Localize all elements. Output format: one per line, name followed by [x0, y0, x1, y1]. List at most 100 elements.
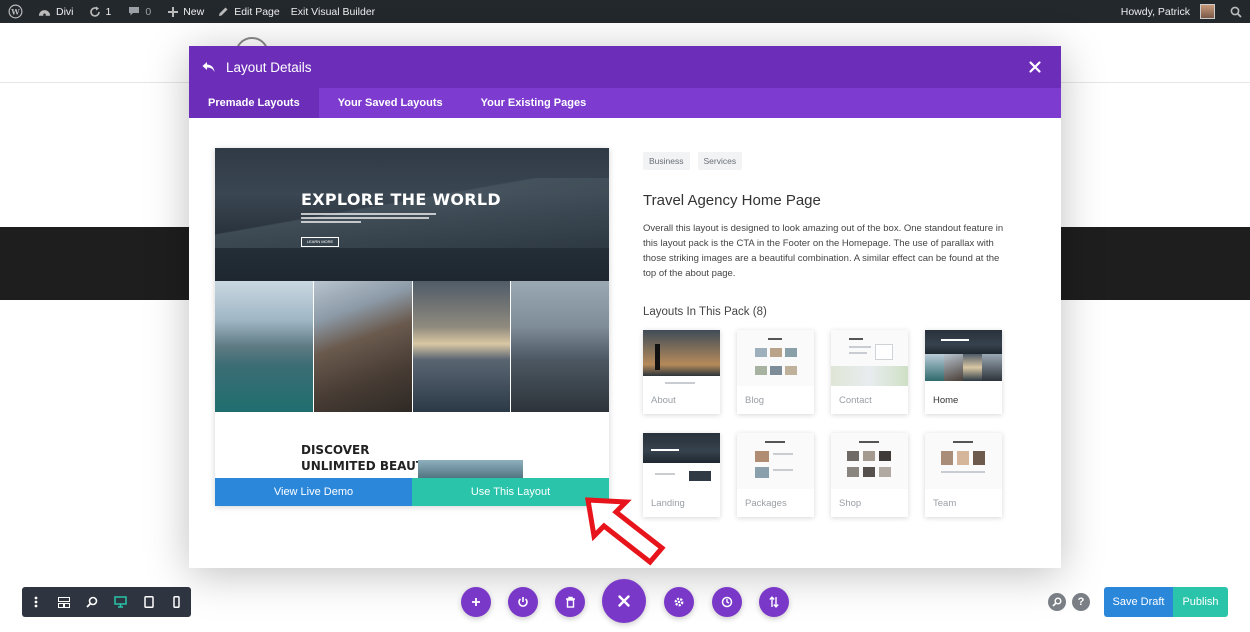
tag-services[interactable]: Services [697, 152, 743, 170]
user-account-link[interactable]: Howdy, Patrick [1121, 0, 1224, 23]
layout-thumb-packages [737, 433, 814, 489]
refresh-icon [89, 6, 100, 17]
updates-link[interactable]: 1 [83, 0, 121, 23]
layout-card-contact[interactable]: Contact [831, 330, 908, 414]
comments-count: 0 [145, 5, 152, 18]
plus-icon [168, 6, 179, 17]
layout-thumb-team [925, 433, 1002, 489]
preview-section-heading: DISCOVER UNLIMITED BEAUTY [301, 442, 433, 474]
new-content-link[interactable]: New [160, 0, 213, 23]
add-section-button[interactable] [461, 587, 491, 617]
close-icon[interactable] [1027, 59, 1043, 75]
exit-visual-builder-label: Exit Visual Builder [290, 5, 376, 18]
edit-page-link[interactable]: Edit Page [213, 0, 289, 23]
preview-hero-image: EXPLORE THE WORLD LEARN MORE [215, 148, 609, 281]
close-icon [618, 595, 630, 607]
site-name: Divi [56, 5, 74, 18]
layout-card-label: Home [933, 395, 959, 406]
wordpress-logo-icon[interactable]: W [0, 0, 32, 23]
layout-card-label: About [651, 395, 676, 406]
modal-title: Layout Details [226, 59, 312, 75]
desktop-view-icon[interactable] [114, 595, 128, 609]
save-draft-button[interactable]: Save Draft [1104, 587, 1173, 617]
preview-photo-sunset [412, 281, 512, 412]
layout-card-home[interactable]: Home [925, 330, 1002, 414]
dashboard-icon [38, 9, 51, 16]
tab-saved-layouts[interactable]: Your Saved Layouts [319, 88, 462, 118]
history-button[interactable] [712, 587, 742, 617]
layout-pack-grid: About Blog Contact Home Landing Packages… [643, 330, 1013, 517]
back-arrow-icon[interactable] [200, 58, 218, 76]
portability-button[interactable] [759, 587, 789, 617]
edit-page-label: Edit Page [234, 5, 280, 18]
layout-card-label: Blog [745, 395, 765, 406]
preview-hero-heading: EXPLORE THE WORLD [301, 190, 501, 209]
greeting: Howdy, Patrick [1120, 5, 1190, 18]
layout-card-label: Team [933, 498, 957, 509]
layout-card-label: Shop [839, 498, 862, 509]
wireframe-icon[interactable] [57, 595, 71, 609]
layout-title: Travel Agency Home Page [643, 192, 821, 209]
preview-heading-line-1: DISCOVER [301, 443, 370, 457]
site-name-link[interactable]: Divi [32, 0, 83, 23]
layout-description: Overall this layout is designed to look … [643, 223, 1004, 279]
layout-card-blog[interactable]: Blog [737, 330, 814, 414]
preview-photo-lake [215, 281, 314, 412]
preview-section-image [418, 460, 523, 480]
preview-hero-text [301, 213, 451, 225]
svg-text:W: W [10, 8, 20, 17]
updates-count: 1 [105, 5, 112, 18]
layout-card-packages[interactable]: Packages [737, 433, 814, 517]
view-live-demo-button[interactable]: View Live Demo [215, 478, 412, 506]
layout-card-about[interactable]: About [643, 330, 720, 414]
load-layout-button[interactable] [508, 587, 538, 617]
modal-header: Layout Details [189, 46, 1061, 88]
admin-search-button[interactable] [1224, 0, 1250, 23]
layout-card-team[interactable]: Team [925, 433, 1002, 517]
gear-icon [674, 597, 684, 607]
menu-dots-icon[interactable] [29, 595, 43, 609]
preview-photo-pier [313, 281, 413, 412]
avatar [1200, 4, 1215, 19]
layout-card-shop[interactable]: Shop [831, 433, 908, 517]
search-help-button[interactable] [1048, 593, 1066, 611]
pack-title: Layouts In This Pack (8) [643, 306, 767, 318]
layout-thumb-blog [737, 330, 814, 386]
power-icon [518, 597, 528, 607]
trash-icon [565, 596, 575, 608]
publish-button[interactable]: Publish [1173, 587, 1228, 617]
tablet-view-icon[interactable] [142, 595, 156, 609]
close-builder-button[interactable] [602, 579, 646, 623]
layout-thumb-shop [831, 433, 908, 489]
layout-card-label: Packages [745, 498, 787, 509]
preview-photo-cliff [511, 281, 609, 412]
phone-view-icon[interactable] [170, 595, 184, 609]
layout-thumb-home [925, 330, 1002, 386]
zoom-icon[interactable] [85, 595, 99, 609]
comments-link[interactable]: 0 [120, 0, 160, 23]
preview-photo-strip [215, 281, 609, 412]
tag-business[interactable]: Business [643, 152, 690, 170]
layout-card-label: Contact [839, 395, 872, 406]
layout-info: Business Services Travel Agency Home Pag… [643, 152, 1013, 517]
tab-premade-layouts[interactable]: Premade Layouts [189, 88, 319, 118]
layout-thumb-about [643, 330, 720, 386]
sort-arrows-icon [769, 596, 779, 608]
search-icon [1230, 6, 1242, 18]
layout-thumb-landing [643, 433, 720, 489]
layout-tabs: Premade Layouts Your Saved Layouts Your … [189, 88, 1061, 118]
pencil-icon [219, 7, 228, 16]
exit-visual-builder-link[interactable]: Exit Visual Builder [289, 0, 384, 23]
preview-heading-line-2: UNLIMITED BEAUTY [301, 459, 433, 473]
page-settings-button[interactable] [664, 587, 694, 617]
help-icon[interactable]: ? [1072, 593, 1090, 611]
preview-hero-button: LEARN MORE [301, 237, 339, 247]
red-arrow-annotation [585, 497, 666, 566]
wp-admin-bar: W Divi 1 0 New Edit Page Exit Visual Bui… [0, 0, 1250, 23]
clear-layout-button[interactable] [555, 587, 585, 617]
layout-thumb-contact [831, 330, 908, 386]
category-tags: Business Services [643, 152, 1013, 170]
comment-icon [129, 7, 140, 16]
tab-existing-pages[interactable]: Your Existing Pages [462, 88, 606, 118]
clock-icon [721, 596, 733, 608]
